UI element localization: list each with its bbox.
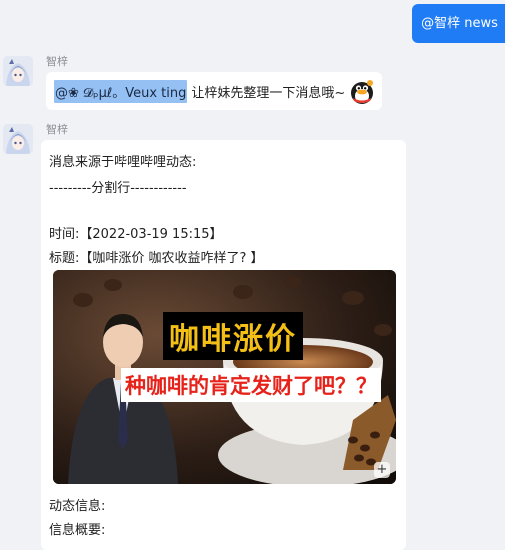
expand-icon[interactable]: + xyxy=(374,462,390,478)
news-message-bubble: 消息来源于哔哩哔哩动态: ---------分割行------------ 时间… xyxy=(41,140,406,550)
qq-penguin-emoji-icon xyxy=(351,80,374,104)
mention-tag[interactable]: @❀ 𝓓ₚμℓ。Veux ting xyxy=(54,79,188,103)
sender-name: 智梓 xyxy=(46,55,68,68)
thumbnail-subtitle: 种咖啡的肯定发财了吧？？ xyxy=(121,368,381,402)
message-bubble: @❀ 𝓓ₚμℓ。Veux ting 让梓妹先整理一下消息哦~ xyxy=(46,72,382,110)
news-thumbnail[interactable]: 咖啡涨价 种咖啡的肯定发财了吧？？ + xyxy=(53,270,396,484)
user-message-bubble: @智梓 news xyxy=(412,4,505,43)
summary-label: 信息概要: xyxy=(49,523,106,538)
separator-line: ---------分割行------------ xyxy=(49,181,187,196)
anime-avatar-icon xyxy=(3,56,33,86)
thumbnail-title: 咖啡涨价 xyxy=(163,312,303,360)
message-text: 让梓妹先整理一下消息哦~ xyxy=(191,85,346,101)
title-line: 标题:【咖啡涨价 咖农收益咋样了? 】 xyxy=(49,251,264,266)
avatar[interactable] xyxy=(3,124,33,154)
time-line: 时间:【2022-03-19 15:15】 xyxy=(49,227,223,242)
dynamic-info-label: 动态信息: xyxy=(49,499,106,514)
source-line: 消息来源于哔哩哔哩动态: xyxy=(49,155,197,170)
anime-avatar-icon xyxy=(3,124,33,154)
sender-name: 智梓 xyxy=(46,123,68,136)
avatar[interactable] xyxy=(3,56,33,86)
